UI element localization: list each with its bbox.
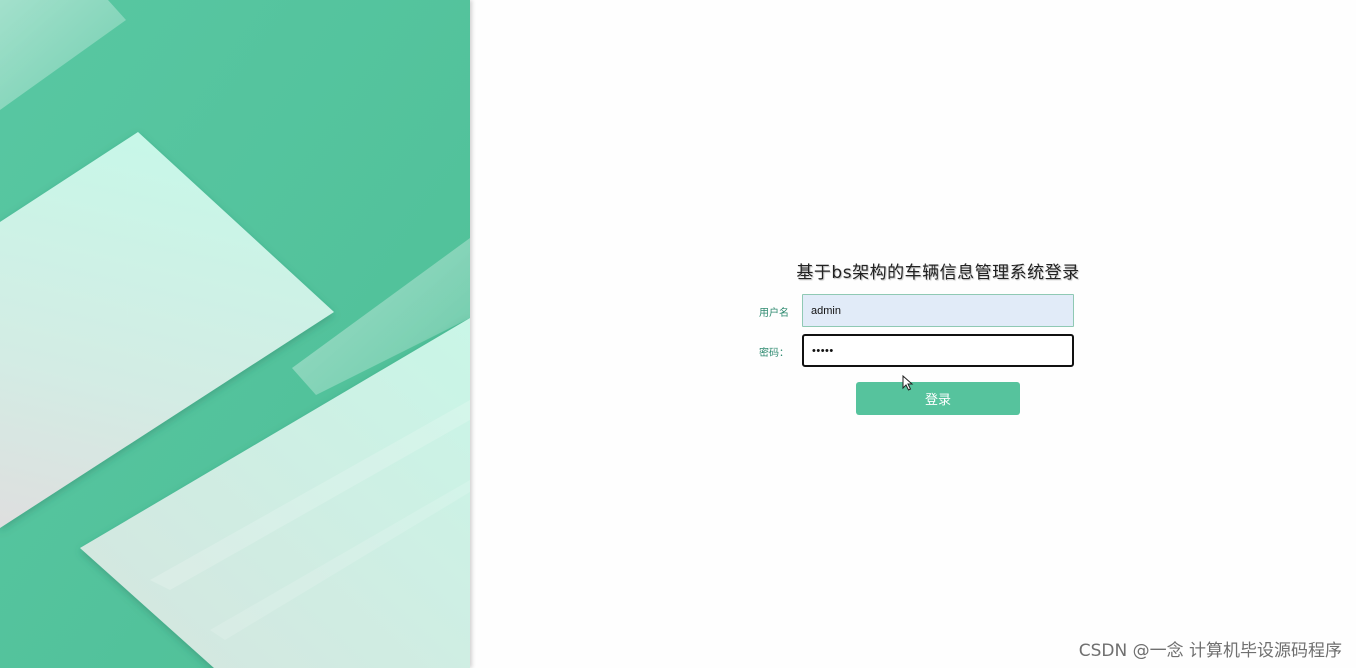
csdn-watermark: CSDN @一念 计算机毕设源码程序 <box>1078 641 1342 661</box>
decorative-background-panel <box>0 0 470 668</box>
login-page: 基于bs架构的车辆信息管理系统登录 用户名 密码： 登录 CSDN @一念 计算… <box>0 0 1356 668</box>
geometric-background-illustration <box>0 0 470 668</box>
username-input[interactable] <box>802 294 1074 327</box>
login-button[interactable]: 登录 <box>856 382 1020 415</box>
password-input[interactable] <box>802 334 1074 367</box>
password-label: 密码： <box>759 348 789 359</box>
username-label: 用户名 <box>759 308 789 319</box>
login-title: 基于bs架构的车辆信息管理系统登录 <box>796 263 1080 283</box>
mouse-pointer-icon <box>902 375 914 391</box>
